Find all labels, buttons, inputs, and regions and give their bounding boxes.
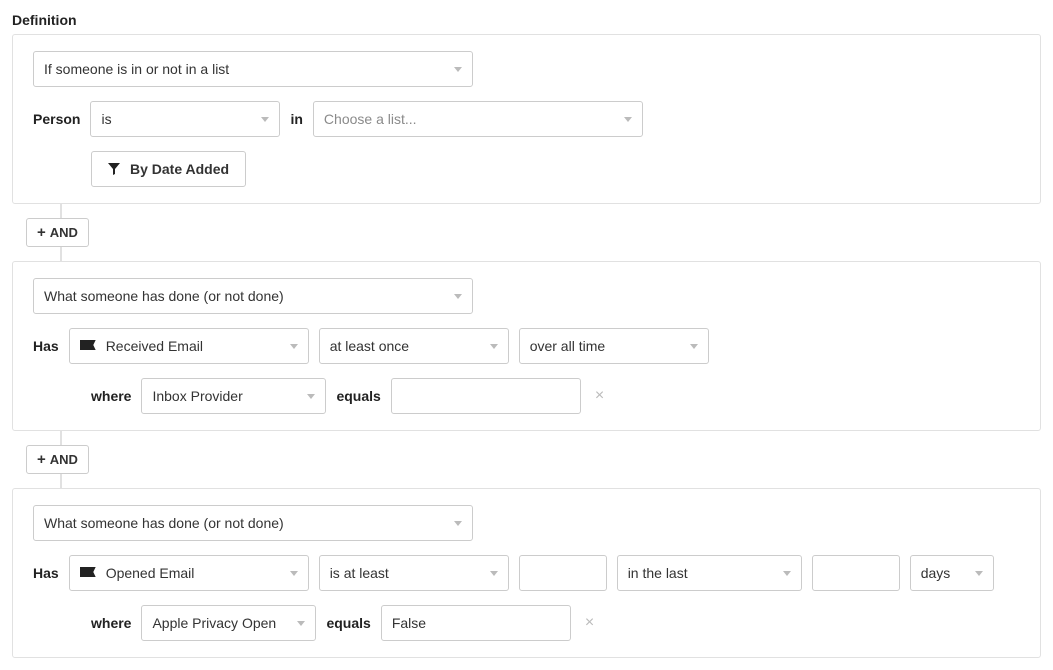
chevron-down-icon [454, 294, 462, 299]
condition-block: What someone has done (or not done) Has … [12, 261, 1041, 431]
subject-label: Has [33, 565, 59, 581]
chevron-down-icon [307, 394, 315, 399]
chevron-down-icon [261, 117, 269, 122]
chevron-down-icon [454, 521, 462, 526]
frequency-select[interactable]: is at least [319, 555, 509, 591]
plus-icon: + [37, 452, 46, 467]
comparator-label: equals [336, 388, 380, 404]
property-value: Apple Privacy Open [152, 615, 287, 631]
condition-type-label: What someone has done (or not done) [44, 515, 444, 531]
chevron-down-icon [290, 344, 298, 349]
event-select[interactable]: Received Email [69, 328, 309, 364]
condition-block: If someone is in or not in a list Person… [12, 34, 1041, 204]
list-placeholder: Choose a list... [324, 111, 614, 127]
and-label: AND [50, 452, 78, 467]
and-connector-button[interactable]: + AND [26, 445, 89, 474]
condition-type-select[interactable]: If someone is in or not in a list [33, 51, 473, 87]
chevron-down-icon [490, 344, 498, 349]
join-label: in [290, 111, 302, 127]
filter-icon [108, 163, 120, 175]
comparator-label: equals [326, 615, 370, 631]
timeframe-select[interactable]: in the last [617, 555, 802, 591]
remove-filter-icon[interactable]: × [581, 614, 598, 632]
condition-type-label: What someone has done (or not done) [44, 288, 444, 304]
condition-type-label: If someone is in or not in a list [44, 61, 444, 77]
connector-line [60, 431, 62, 445]
subject-label: Has [33, 338, 59, 354]
chevron-down-icon [975, 571, 983, 576]
frequency-value: is at least [330, 565, 480, 581]
timeframe-value: over all time [530, 338, 680, 354]
timeframe-value: in the last [628, 565, 773, 581]
value-field[interactable] [392, 606, 560, 640]
chevron-down-icon [624, 117, 632, 122]
flag-icon [80, 567, 96, 579]
property-value: Inbox Provider [152, 388, 297, 404]
subject-label: Person [33, 111, 80, 127]
chevron-down-icon [454, 67, 462, 72]
value-input[interactable] [391, 378, 581, 414]
count-field[interactable] [530, 556, 596, 590]
event-value: Opened Email [106, 565, 280, 581]
time-value-input[interactable] [812, 555, 900, 591]
flag-icon [80, 340, 96, 352]
chevron-down-icon [290, 571, 298, 576]
event-select[interactable]: Opened Email [69, 555, 309, 591]
value-input[interactable] [381, 605, 571, 641]
property-select[interactable]: Apple Privacy Open [141, 605, 316, 641]
operator-select[interactable]: is [90, 101, 280, 137]
connector-line [60, 204, 62, 218]
condition-type-select[interactable]: What someone has done (or not done) [33, 505, 473, 541]
condition-type-select[interactable]: What someone has done (or not done) [33, 278, 473, 314]
chevron-down-icon [490, 571, 498, 576]
connector-line [60, 247, 62, 261]
chevron-down-icon [783, 571, 791, 576]
by-date-added-button[interactable]: By Date Added [91, 151, 246, 187]
time-value-field[interactable] [823, 556, 889, 590]
operator-value: is [101, 111, 251, 127]
where-label: where [91, 388, 131, 404]
connector-line [60, 474, 62, 488]
frequency-value: at least once [330, 338, 480, 354]
value-field[interactable] [402, 379, 570, 413]
property-select[interactable]: Inbox Provider [141, 378, 326, 414]
and-label: AND [50, 225, 78, 240]
and-connector-button[interactable]: + AND [26, 218, 89, 247]
by-date-added-label: By Date Added [130, 161, 229, 177]
page-title: Definition [12, 12, 1041, 28]
count-input[interactable] [519, 555, 607, 591]
chevron-down-icon [690, 344, 698, 349]
where-label: where [91, 615, 131, 631]
list-select[interactable]: Choose a list... [313, 101, 643, 137]
plus-icon: + [37, 225, 46, 240]
condition-block: What someone has done (or not done) Has … [12, 488, 1041, 658]
timeframe-select[interactable]: over all time [519, 328, 709, 364]
time-unit-value: days [921, 565, 965, 581]
event-value: Received Email [106, 338, 280, 354]
time-unit-select[interactable]: days [910, 555, 994, 591]
chevron-down-icon [297, 621, 305, 626]
frequency-select[interactable]: at least once [319, 328, 509, 364]
remove-filter-icon[interactable]: × [591, 387, 608, 405]
